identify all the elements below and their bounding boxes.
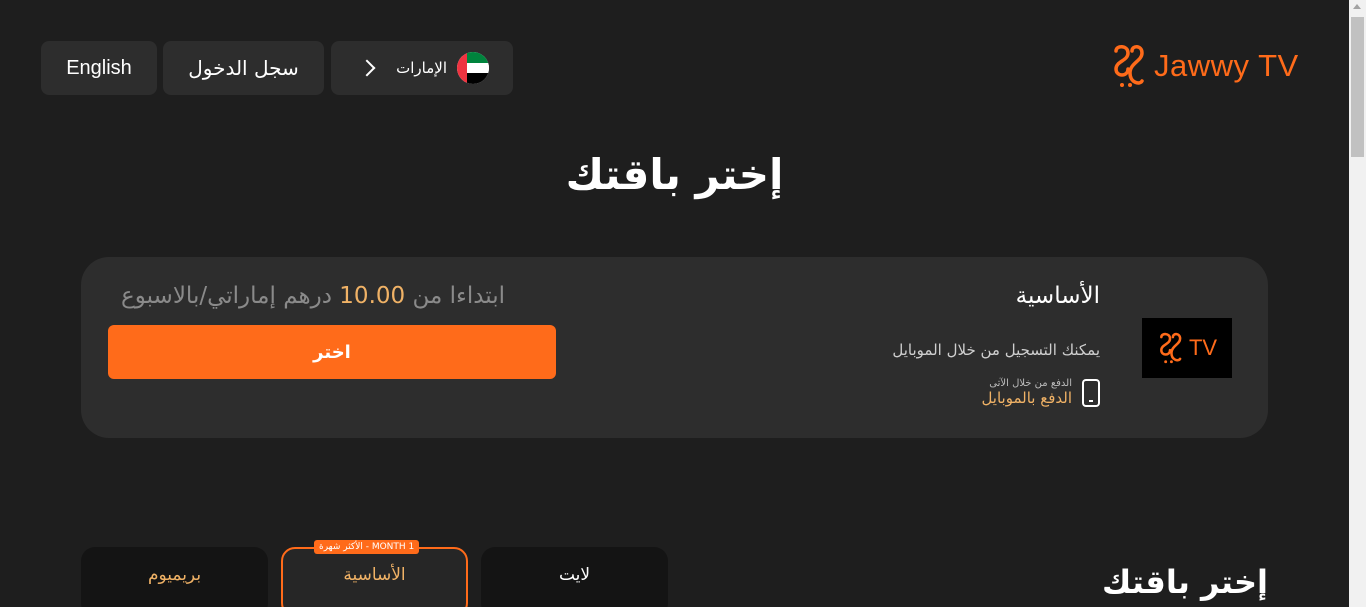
plan-logo-text: TV: [1188, 335, 1218, 360]
page-scrollbar[interactable]: [1349, 0, 1366, 607]
plan-name: الأساسية: [1015, 283, 1100, 309]
page-title: إختر باقتك: [565, 150, 784, 199]
section-title: إختر باقتك: [1102, 563, 1268, 601]
tab-premium[interactable]: بريميوم: [81, 547, 268, 607]
jawwy-logo[interactable]: Jawwy TV: [1110, 43, 1299, 89]
mobile-phone-icon: [1082, 378, 1100, 407]
scroll-up-icon[interactable]: [1353, 4, 1361, 9]
logo-text: Jawwy TV: [1154, 48, 1299, 83]
login-button[interactable]: سجل الدخول: [163, 41, 324, 95]
tab-label: لايت: [558, 565, 591, 585]
price-line: ابتداءا من 10.00 درهم إماراتي/بالاسبوع: [121, 283, 505, 309]
price-amount: 10.00: [339, 283, 406, 309]
tab-label: الأساسية: [343, 565, 406, 585]
price-suffix: درهم إماراتي/بالاسبوع: [121, 283, 332, 309]
language-button[interactable]: English: [41, 41, 157, 95]
price-prefix: ابتداءا من: [412, 283, 506, 309]
tab-lite[interactable]: لايت: [481, 547, 668, 607]
tab-label: بريميوم: [147, 565, 202, 585]
plan-logo: TV: [1142, 318, 1232, 378]
plan-description: يمكنك التسجيل من خلال الموبايل: [892, 341, 1100, 359]
plan-card: ابتداءا من 10.00 درهم إماراتي/بالاسبوع ا…: [81, 257, 1268, 438]
choose-plan-button[interactable]: اختر: [108, 325, 556, 379]
country-label: الإمارات: [396, 59, 447, 77]
payment-caption: الدفع من خلال الآتى: [989, 378, 1072, 389]
uae-flag-icon: [457, 52, 489, 84]
popular-badge: 1 MONTH - الأكثر شهرة: [314, 540, 420, 554]
scrollbar-thumb[interactable]: [1351, 17, 1364, 157]
jawwy-mark-icon: [1114, 45, 1144, 87]
jawwy-mark-icon: [1160, 332, 1182, 364]
payment-method-label: الدفع بالموبايل: [981, 389, 1072, 407]
tab-basic[interactable]: 1 MONTH - الأكثر شهرة الأساسية: [281, 540, 468, 607]
payment-method: الدفع من خلال الآتى الدفع بالموبايل: [981, 378, 1100, 407]
country-selector[interactable]: الإمارات: [331, 41, 513, 95]
chevron-left-icon: [358, 59, 376, 77]
